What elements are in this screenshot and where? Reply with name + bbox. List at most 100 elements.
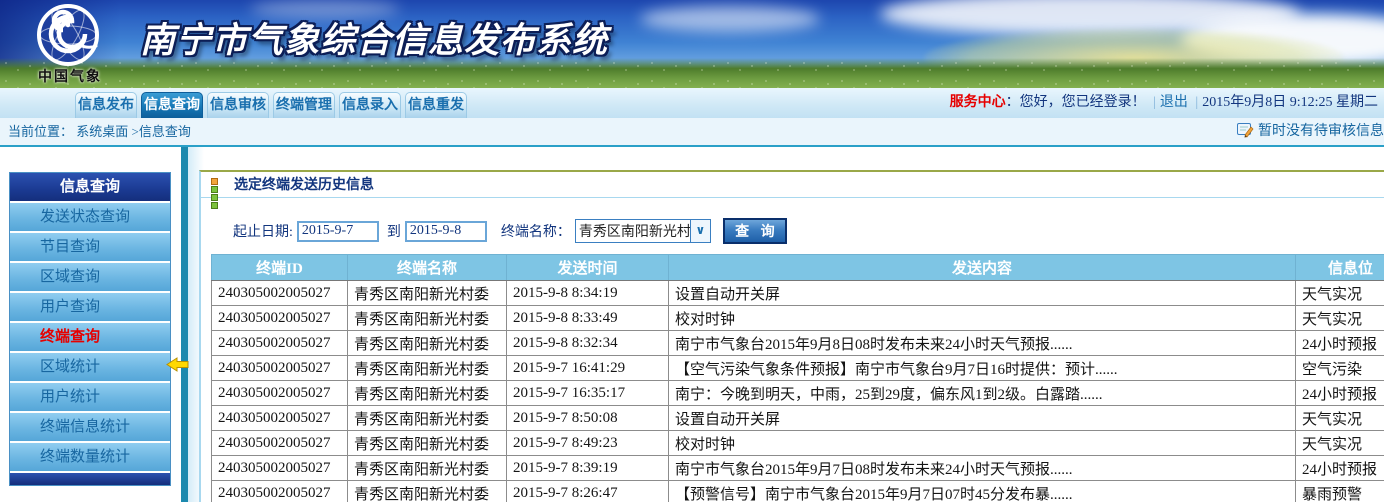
table-row: 240305002005027青秀区南阳新光村委2015-9-7 8:50:08… bbox=[212, 406, 1384, 431]
date-to-input[interactable] bbox=[405, 221, 487, 242]
sidebar-item-终端查询[interactable]: 终端查询 bbox=[10, 323, 170, 351]
col-header-info-slot: 信息位 bbox=[1296, 255, 1384, 281]
logo-caption: 中国气象 bbox=[20, 66, 120, 86]
cell-terminal-id: 240305002005027 bbox=[212, 356, 348, 381]
tab-终端管理[interactable]: 终端管理 bbox=[273, 92, 335, 118]
table-row: 240305002005027青秀区南阳新光村委2015-9-7 16:35:1… bbox=[212, 381, 1384, 406]
cell-info-slot: 天气实况 bbox=[1296, 281, 1384, 306]
breadcrumb-current: 信息查询 bbox=[139, 124, 191, 139]
audit-notice-text: 暂时没有待审核信息 bbox=[1258, 124, 1384, 139]
nav-tabs: 信息发布信息查询信息审核终端管理信息录入信息重发 bbox=[75, 88, 471, 118]
cell-send-time: 2015-9-8 8:33:49 bbox=[507, 306, 669, 331]
cell-send-time: 2015-9-7 16:41:29 bbox=[507, 356, 669, 381]
table-row: 240305002005027青秀区南阳新光村委2015-9-7 16:41:2… bbox=[212, 356, 1384, 381]
query-form: 起止日期: 到 终端名称： 青秀区南阳新光村委 ∨ 查 询 bbox=[233, 218, 1384, 244]
table-row: 240305002005027青秀区南阳新光村委2015-9-7 8:49:23… bbox=[212, 431, 1384, 456]
query-button[interactable]: 查 询 bbox=[723, 218, 787, 244]
tab-信息查询[interactable]: 信息查询 bbox=[141, 92, 203, 118]
cell-info-slot: 天气实况 bbox=[1296, 406, 1384, 431]
cell-info-slot: 24小时预报 bbox=[1296, 331, 1384, 356]
tab-信息录入[interactable]: 信息录入 bbox=[339, 92, 401, 118]
sidebar-item-节目查询[interactable]: 节目查询 bbox=[10, 233, 170, 261]
login-greeting: ：您好，您已经登录！ bbox=[1006, 95, 1146, 110]
terminal-select[interactable]: 青秀区南阳新光村委 ∨ bbox=[575, 219, 711, 243]
sidebar-items: 发送状态查询节目查询区域查询用户查询终端查询区域统计用户统计终端信息统计终端数量… bbox=[10, 203, 170, 471]
to-label: 到 bbox=[387, 221, 401, 241]
cell-send-time: 2015-9-7 16:35:17 bbox=[507, 381, 669, 406]
grid-squares-icon bbox=[211, 178, 224, 191]
col-header-send-content: 发送内容 bbox=[669, 255, 1296, 281]
audit-notice: 暂时没有待审核信息 bbox=[1237, 118, 1384, 145]
table-header-row: 终端ID终端名称发送时间发送内容信息位 bbox=[212, 255, 1384, 281]
cell-terminal-id: 240305002005027 bbox=[212, 281, 348, 306]
tab-信息发布[interactable]: 信息发布 bbox=[75, 92, 137, 118]
cell-send-content: 南宁市气象台2015年9月8日08时发布未来24小时天气预报...... bbox=[669, 331, 1296, 356]
date-range-label: 起止日期: bbox=[233, 221, 293, 241]
sidebar-footer bbox=[10, 473, 170, 485]
tab-信息重发[interactable]: 信息重发 bbox=[405, 92, 467, 118]
table-row: 240305002005027青秀区南阳新光村委2015-9-7 8:39:19… bbox=[212, 456, 1384, 481]
sidebar-item-发送状态查询[interactable]: 发送状态查询 bbox=[10, 203, 170, 231]
cell-send-time: 2015-9-7 8:49:23 bbox=[507, 431, 669, 456]
sidebar-item-区域统计[interactable]: 区域统计 bbox=[10, 353, 170, 381]
note-pencil-icon bbox=[1237, 123, 1254, 138]
cell-info-slot: 24小时预报 bbox=[1296, 381, 1384, 406]
cell-terminal-name: 青秀区南阳新光村委 bbox=[348, 356, 507, 381]
chevron-down-icon[interactable]: ∨ bbox=[690, 220, 710, 242]
breadcrumb-row: 当前位置： 系统桌面 >信息查询 暂时没有待审核信息 bbox=[0, 118, 1384, 147]
breadcrumb-label: 当前位置： bbox=[8, 124, 73, 139]
cell-send-content: 校对时钟 bbox=[669, 431, 1296, 456]
service-status: 服务中心：您好，您已经登录！ |退出 |2015年9月8日 9:12:25 星期… bbox=[950, 88, 1378, 118]
cell-send-time: 2015-9-7 8:39:19 bbox=[507, 456, 669, 481]
sidebar-item-终端数量统计[interactable]: 终端数量统计 bbox=[10, 443, 170, 471]
col-header-terminal-name: 终端名称 bbox=[348, 255, 507, 281]
date-from-input[interactable] bbox=[297, 221, 379, 242]
panel-title-row: 选定终端发送历史信息 bbox=[201, 172, 1384, 198]
service-center-label: 服务中心 bbox=[950, 95, 1006, 110]
sidebar-item-用户统计[interactable]: 用户统计 bbox=[10, 383, 170, 411]
panel-title: 选定终端发送历史信息 bbox=[234, 178, 374, 193]
cloud-decoration bbox=[640, 6, 820, 32]
cell-send-content: 校对时钟 bbox=[669, 306, 1296, 331]
cell-terminal-id: 240305002005027 bbox=[212, 381, 348, 406]
cell-send-time: 2015-9-7 8:26:47 bbox=[507, 481, 669, 502]
history-table: 终端ID终端名称发送时间发送内容信息位 240305002005027青秀区南阳… bbox=[211, 254, 1384, 502]
cell-terminal-id: 240305002005027 bbox=[212, 481, 348, 502]
cell-terminal-name: 青秀区南阳新光村委 bbox=[348, 481, 507, 502]
sidebar-item-终端信息统计[interactable]: 终端信息统计 bbox=[10, 413, 170, 441]
cell-info-slot: 24小时预报 bbox=[1296, 456, 1384, 481]
page-title: 南宁市气象综合信息发布系统 bbox=[140, 12, 608, 63]
sidebar-divider bbox=[181, 147, 188, 502]
cell-send-content: 南宁市气象台2015年9月7日08时发布未来24小时天气预报...... bbox=[669, 456, 1296, 481]
breadcrumb-separator: > bbox=[132, 124, 139, 139]
separator: | bbox=[1195, 95, 1198, 110]
sidebar-title: 信息查询 bbox=[10, 173, 170, 201]
main-nav-bar: 信息发布信息查询信息审核终端管理信息录入信息重发 服务中心：您好，您已经登录！ … bbox=[0, 88, 1384, 118]
sidebar-item-用户查询[interactable]: 用户查询 bbox=[10, 293, 170, 321]
cell-send-time: 2015-9-7 8:50:08 bbox=[507, 406, 669, 431]
cell-terminal-name: 青秀区南阳新光村委 bbox=[348, 431, 507, 456]
cell-terminal-name: 青秀区南阳新光村委 bbox=[348, 456, 507, 481]
breadcrumb-root[interactable]: 系统桌面 bbox=[76, 124, 128, 139]
col-header-send-time: 发送时间 bbox=[507, 255, 669, 281]
cell-send-time: 2015-9-8 8:32:34 bbox=[507, 331, 669, 356]
cell-info-slot: 天气实况 bbox=[1296, 306, 1384, 331]
cell-terminal-name: 青秀区南阳新光村委 bbox=[348, 406, 507, 431]
sidebar-item-区域查询[interactable]: 区域查询 bbox=[10, 263, 170, 291]
cell-info-slot: 天气实况 bbox=[1296, 431, 1384, 456]
cell-terminal-id: 240305002005027 bbox=[212, 456, 348, 481]
col-header-terminal-id: 终端ID bbox=[212, 255, 348, 281]
separator: | bbox=[1153, 95, 1156, 110]
cell-terminal-name: 青秀区南阳新光村委 bbox=[348, 306, 507, 331]
table-row: 240305002005027青秀区南阳新光村委2015-9-7 8:26:47… bbox=[212, 481, 1384, 502]
cell-send-content: 设置自动开关屏 bbox=[669, 406, 1296, 431]
terminal-select-value: 青秀区南阳新光村委 bbox=[576, 221, 690, 241]
table-body: 240305002005027青秀区南阳新光村委2015-9-8 8:34:19… bbox=[212, 281, 1384, 502]
cell-terminal-id: 240305002005027 bbox=[212, 431, 348, 456]
tab-信息审核[interactable]: 信息审核 bbox=[207, 92, 269, 118]
cell-terminal-name: 青秀区南阳新光村委 bbox=[348, 331, 507, 356]
logout-link[interactable]: 退出 bbox=[1160, 95, 1188, 110]
table-row: 240305002005027青秀区南阳新光村委2015-9-8 8:34:19… bbox=[212, 281, 1384, 306]
cell-info-slot: 暴雨预警 bbox=[1296, 481, 1384, 502]
collapse-sidebar-arrow-icon[interactable] bbox=[166, 357, 189, 372]
